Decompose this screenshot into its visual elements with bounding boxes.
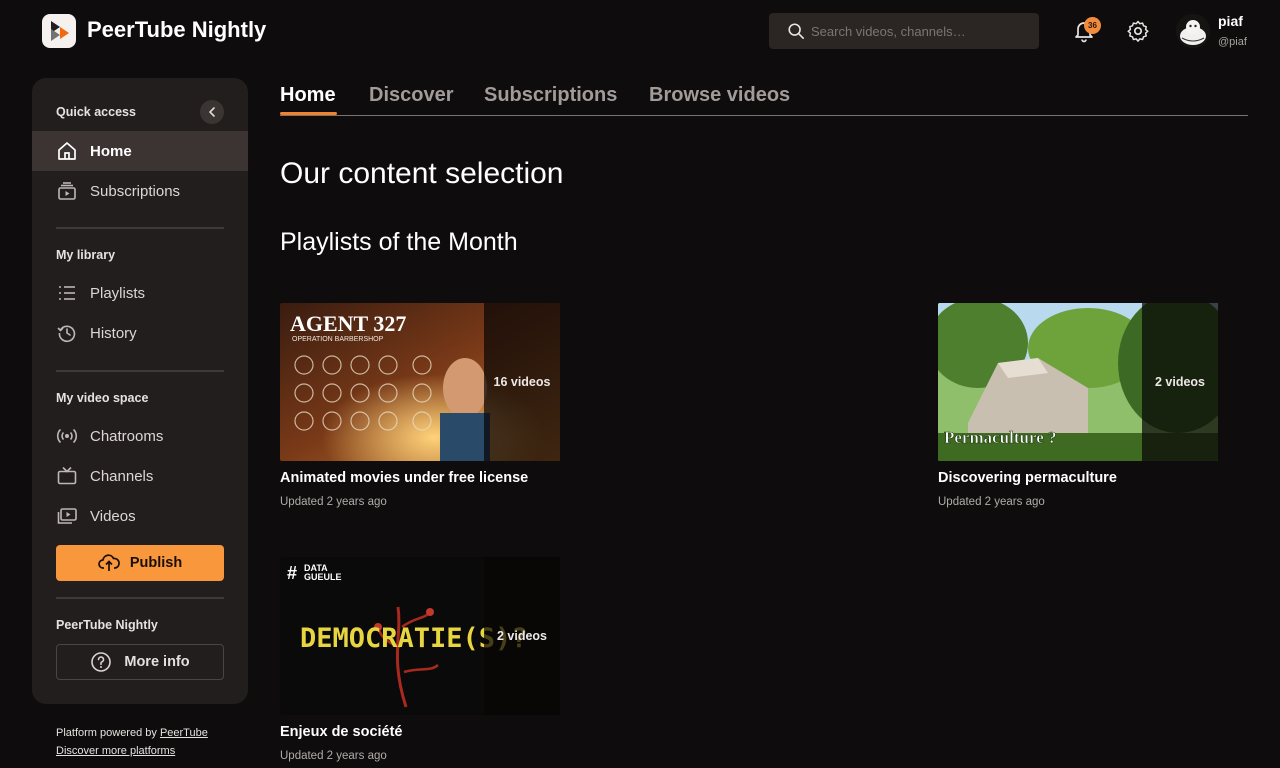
sidebar-item-label: Chatrooms — [90, 427, 164, 445]
notification-count-badge: 36 — [1084, 17, 1101, 34]
sidebar-item-videos[interactable]: Videos — [32, 496, 248, 536]
playlist-title[interactable]: Enjeux de société — [280, 724, 560, 740]
my-video-space-title: My video space — [56, 391, 149, 405]
sidebar-item-home[interactable]: Home — [32, 131, 248, 171]
sidebar-item-label: Channels — [90, 467, 154, 485]
playlist-title[interactable]: Discovering permaculture — [938, 470, 1218, 486]
powered-by-text: Platform powered by PeerTube — [56, 727, 208, 739]
playlist-updated: Updated 2 years ago — [280, 496, 387, 508]
sidebar-item-playlists[interactable]: Playlists — [32, 273, 248, 313]
home-icon — [58, 142, 76, 160]
playlist-updated: Updated 2 years ago — [280, 750, 387, 762]
chatrooms-icon — [56, 428, 78, 444]
powered-by-prefix: Platform powered by — [56, 727, 160, 739]
user-avatar[interactable] — [1176, 14, 1210, 48]
chevron-left-icon — [209, 107, 215, 117]
section-title: Playlists of the Month — [280, 228, 518, 256]
playlist-thumbnail[interactable]: Permaculture ? 2 videos — [938, 303, 1218, 461]
main-tabs: Home Discover Subscriptions Browse video… — [280, 84, 1248, 116]
publish-label: Publish — [129, 555, 183, 571]
page-title: Our content selection — [280, 157, 564, 190]
avatar-image — [1176, 14, 1210, 48]
sidebar-divider — [56, 227, 224, 229]
search-input[interactable] — [811, 23, 1031, 39]
sidebar-item-history[interactable]: History — [32, 313, 248, 353]
playlist-card: # GUEULE DEMOCRATIE(S)? DATA 2 videos En… — [280, 557, 560, 762]
sidebar-item-label: Subscriptions — [90, 182, 181, 200]
peertube-logo-icon — [51, 21, 69, 41]
search-bar[interactable] — [769, 13, 1039, 49]
more-info-label: More info — [124, 654, 190, 670]
video-count: 2 videos — [496, 629, 548, 643]
sidebar-item-chatrooms[interactable]: Chatrooms — [32, 416, 248, 456]
playlist-card: AGENT 327 OPERATION BARBERSHOP 16 videos… — [280, 303, 560, 508]
video-count-overlay: 2 videos — [1142, 303, 1218, 461]
user-display-name[interactable]: piaf — [1218, 13, 1243, 29]
peertube-link[interactable]: PeerTube — [160, 727, 208, 739]
subscriptions-icon — [58, 182, 76, 200]
thumb-title-text: AGENT 327 — [290, 311, 406, 336]
video-count: 2 videos — [1154, 375, 1206, 389]
brand-name[interactable]: PeerTube Nightly — [87, 17, 266, 43]
sidebar-item-label: Videos — [90, 507, 136, 525]
settings-gear-icon[interactable] — [1126, 19, 1150, 43]
sidebar-item-label: Playlists — [90, 284, 146, 302]
sidebar-item-channels[interactable]: Channels — [32, 456, 248, 496]
sidebar-divider — [56, 370, 224, 372]
thumb-brand-text: GUEULE — [304, 572, 342, 582]
playlists-icon — [59, 286, 75, 300]
instance-title: PeerTube Nightly — [56, 618, 158, 632]
thumb-hashtag-text: # — [287, 563, 297, 583]
playlist-updated: Updated 2 years ago — [938, 496, 1045, 508]
channels-icon — [57, 466, 77, 485]
more-info-button[interactable]: More info — [56, 644, 224, 680]
videos-icon — [57, 508, 77, 524]
video-count-overlay: 16 videos — [484, 303, 560, 461]
thumb-subtitle-text: OPERATION BARBERSHOP — [292, 336, 384, 343]
tab-subscriptions[interactable]: Subscriptions — [484, 84, 617, 107]
playlist-title[interactable]: Animated movies under free license — [280, 470, 560, 486]
history-icon — [57, 325, 76, 343]
thumb-data-text: DATA — [304, 563, 328, 573]
thumb-title-text: Permaculture ? — [944, 428, 1057, 447]
my-library-title: My library — [56, 248, 116, 262]
left-sidebar: Quick access Home Subscriptions My libra… — [32, 78, 248, 704]
search-icon[interactable] — [787, 22, 805, 40]
active-tab-indicator — [280, 112, 337, 115]
user-handle: @piaf — [1218, 36, 1247, 48]
playlist-thumbnail[interactable]: AGENT 327 OPERATION BARBERSHOP 16 videos — [280, 303, 560, 461]
peertube-logo[interactable] — [42, 14, 76, 48]
sidebar-item-label: History — [90, 324, 137, 342]
playlist-thumbnail[interactable]: # GUEULE DEMOCRATIE(S)? DATA 2 videos — [280, 557, 560, 715]
tab-discover[interactable]: Discover — [369, 84, 454, 107]
sidebar-item-subscriptions[interactable]: Subscriptions — [32, 171, 248, 211]
discover-more-platforms-link[interactable]: Discover more platforms — [56, 745, 175, 757]
collapse-sidebar-button[interactable] — [200, 100, 224, 124]
quick-access-title: Quick access — [56, 105, 136, 119]
publish-button[interactable]: Publish — [56, 545, 224, 581]
tab-browse-videos[interactable]: Browse videos — [649, 84, 790, 107]
video-count: 16 videos — [493, 375, 551, 389]
tab-home[interactable]: Home — [280, 84, 336, 107]
sidebar-divider — [56, 597, 224, 599]
top-header: PeerTube Nightly 36 piaf @piaf — [0, 0, 1280, 62]
sidebar-item-label: Home — [90, 142, 132, 160]
upload-cloud-icon — [97, 554, 120, 571]
help-question-icon — [91, 652, 112, 672]
discover-platforms-line: Discover more platforms — [56, 745, 175, 757]
video-count-overlay: 2 videos — [484, 557, 560, 715]
playlist-card: Permaculture ? 2 videos Discovering perm… — [938, 303, 1218, 508]
